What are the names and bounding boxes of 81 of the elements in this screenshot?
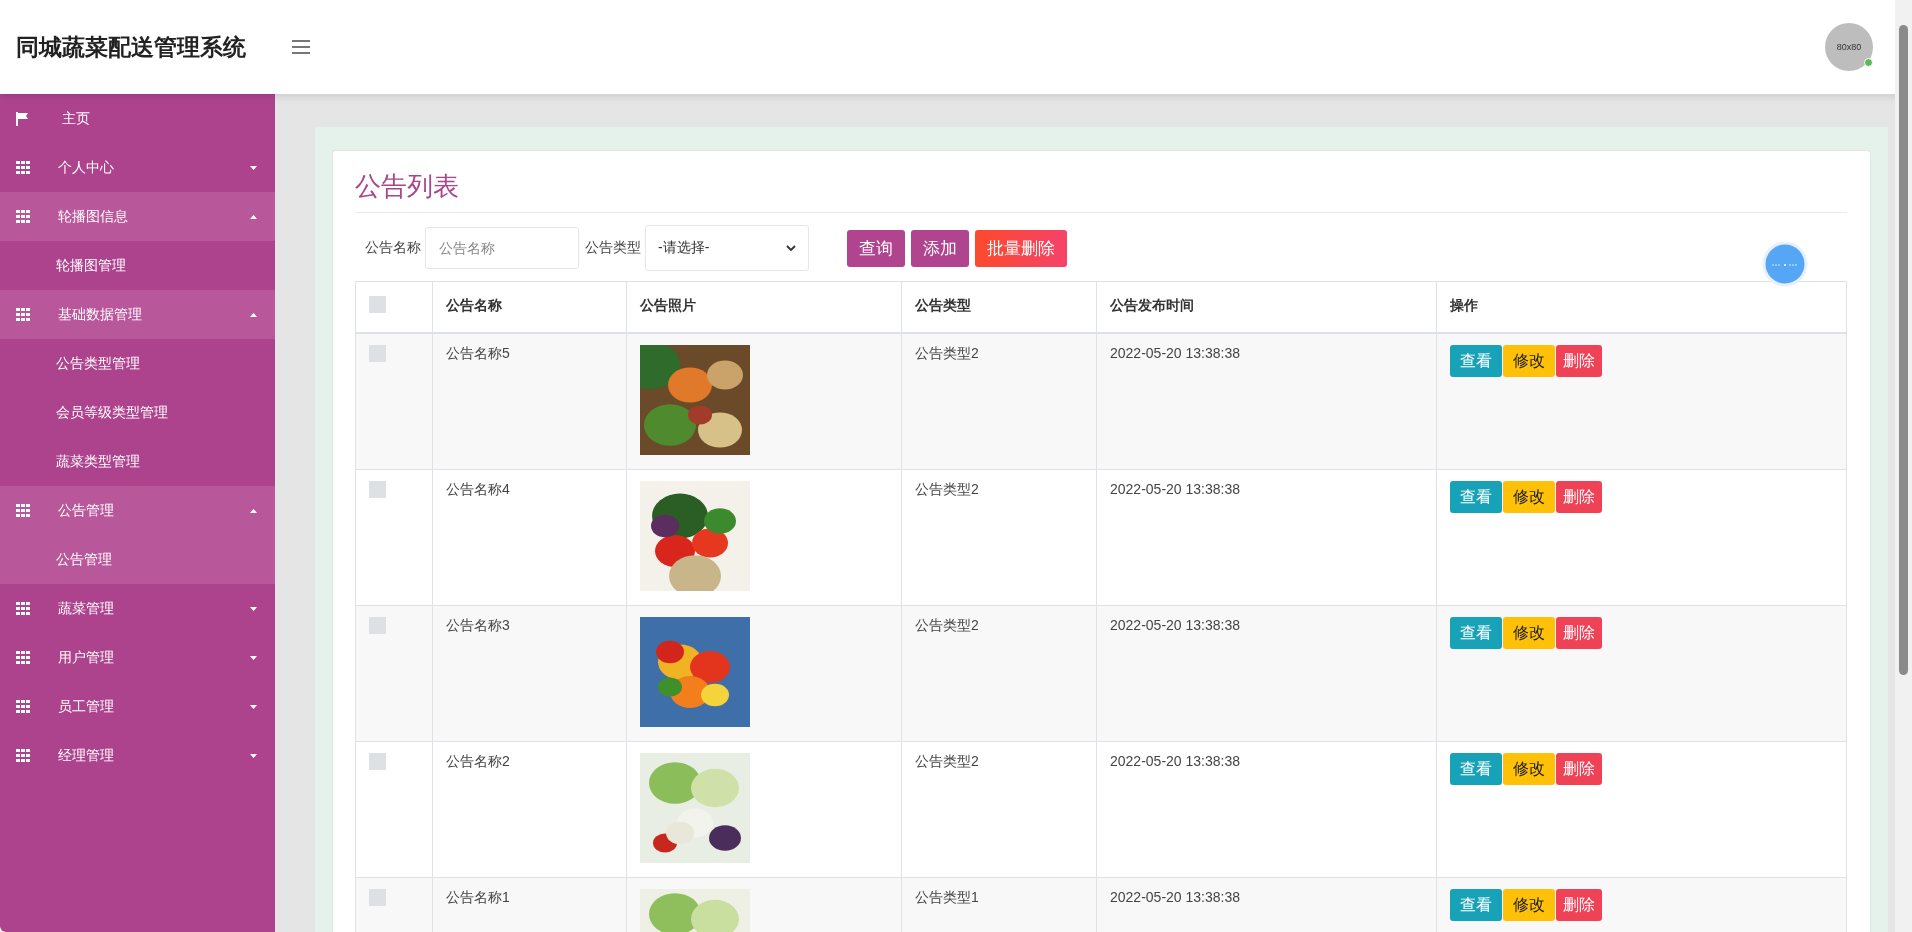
table-cell: 公告类型2 (901, 605, 1097, 742)
caret-icon (250, 655, 257, 660)
menu-item[interactable]: 公告管理 (0, 486, 275, 535)
checkbox[interactable] (369, 345, 386, 362)
submenu-item[interactable]: 会员等级类型管理 (0, 388, 275, 437)
chevron-icon (786, 245, 796, 251)
table-cell: 2022-05-20 13:38:38 (1096, 741, 1437, 878)
name-field[interactable]: 公告名称 (425, 227, 579, 269)
checkbox[interactable] (369, 296, 386, 313)
action-button[interactable]: 查看 (1450, 481, 1502, 513)
action-button[interactable]: 查看 (1450, 345, 1502, 377)
action-button[interactable]: 查看 (1450, 617, 1502, 649)
submenu-item[interactable]: 公告类型管理 (0, 339, 275, 388)
checkbox[interactable] (369, 617, 386, 634)
menu-item[interactable]: 主页 (0, 94, 275, 143)
action-button[interactable]: 删除 (1556, 617, 1602, 649)
caret-icon (250, 606, 257, 611)
submenu-item[interactable]: 公告管理 (0, 535, 275, 584)
action-button[interactable]: 删除 (1556, 753, 1602, 785)
grid-icon (16, 308, 30, 321)
action-button[interactable]: 修改 (1503, 345, 1555, 377)
table-cell: 公告类型2 (901, 333, 1097, 470)
table-cell: 2022-05-20 13:38:38 (1096, 333, 1437, 470)
caret-icon (250, 704, 257, 709)
action-button[interactable]: 删除 (1556, 889, 1602, 921)
flag-icon (16, 111, 28, 126)
caret-icon (250, 165, 257, 170)
grid-icon (16, 210, 30, 223)
filter-label: 公告名称 (365, 239, 421, 257)
action-button[interactable]: 修改 (1503, 481, 1555, 513)
menu-item[interactable]: 蔬菜管理 (0, 584, 275, 633)
avatar[interactable]: 80x80 (1825, 23, 1873, 71)
table-cell: 公告名称4 (432, 469, 627, 606)
menu-item[interactable]: 基础数据管理 (0, 290, 275, 339)
scrollbar[interactable] (1895, 0, 1912, 932)
type-select[interactable]: -请选择- (645, 225, 809, 271)
menu-item[interactable]: 用户管理 (0, 633, 275, 682)
toolbar-button[interactable]: 添加 (911, 229, 969, 267)
action-button[interactable]: 修改 (1503, 617, 1555, 649)
grid-icon (16, 504, 30, 517)
grid-icon (16, 161, 30, 174)
caret-icon (250, 312, 257, 317)
grid-icon (16, 700, 30, 713)
table-cell: 2022-05-20 13:38:38 (1096, 605, 1437, 742)
table-cell: 2022-05-20 13:38:38 (1096, 469, 1437, 606)
filter-label: 公告类型 (585, 239, 641, 257)
menu-item[interactable]: 个人中心 (0, 143, 275, 192)
action-button[interactable]: 修改 (1503, 889, 1555, 921)
toolbar-button[interactable]: 批量删除 (975, 229, 1067, 267)
table-cell: 公告类型2 (901, 741, 1097, 878)
menu-item[interactable]: 员工管理 (0, 682, 275, 731)
table-cell: 公告名称2 (432, 741, 627, 878)
action-button[interactable]: 修改 (1503, 753, 1555, 785)
page-title: 公告列表 (355, 165, 1847, 213)
action-button[interactable]: 删除 (1556, 345, 1602, 377)
action-button[interactable]: 查看 (1450, 889, 1502, 921)
table-cell: 2022-05-20 13:38:38 (1096, 877, 1437, 932)
menu-item[interactable]: 经理管理 (0, 731, 275, 780)
caret-icon (250, 753, 257, 758)
table-cell: 公告名称3 (432, 605, 627, 742)
action-button[interactable]: 查看 (1450, 753, 1502, 785)
table-cell: 公告名称5 (432, 333, 627, 470)
grid-icon (16, 602, 30, 615)
grid-icon (16, 749, 30, 762)
menu-item[interactable]: 轮播图信息 (0, 192, 275, 241)
submenu-item[interactable]: 蔬菜类型管理 (0, 437, 275, 486)
checkbox[interactable] (369, 889, 386, 906)
checkbox[interactable] (369, 753, 386, 770)
table-cell: 公告类型1 (901, 877, 1097, 932)
caret-icon (250, 508, 257, 513)
menu-icon[interactable] (292, 40, 310, 54)
table-cell: 公告名称1 (432, 877, 627, 932)
toolbar-button[interactable]: 查询 (847, 229, 905, 267)
caret-icon (250, 214, 257, 219)
submenu-item[interactable]: 轮播图管理 (0, 241, 275, 290)
app-title: 同城蔬菜配送管理系统 (16, 32, 246, 62)
table-cell: 公告类型2 (901, 469, 1097, 606)
checkbox[interactable] (369, 481, 386, 498)
grid-icon (16, 651, 30, 664)
action-button[interactable]: 删除 (1556, 481, 1602, 513)
clock-widget-icon[interactable] (1762, 241, 1808, 287)
